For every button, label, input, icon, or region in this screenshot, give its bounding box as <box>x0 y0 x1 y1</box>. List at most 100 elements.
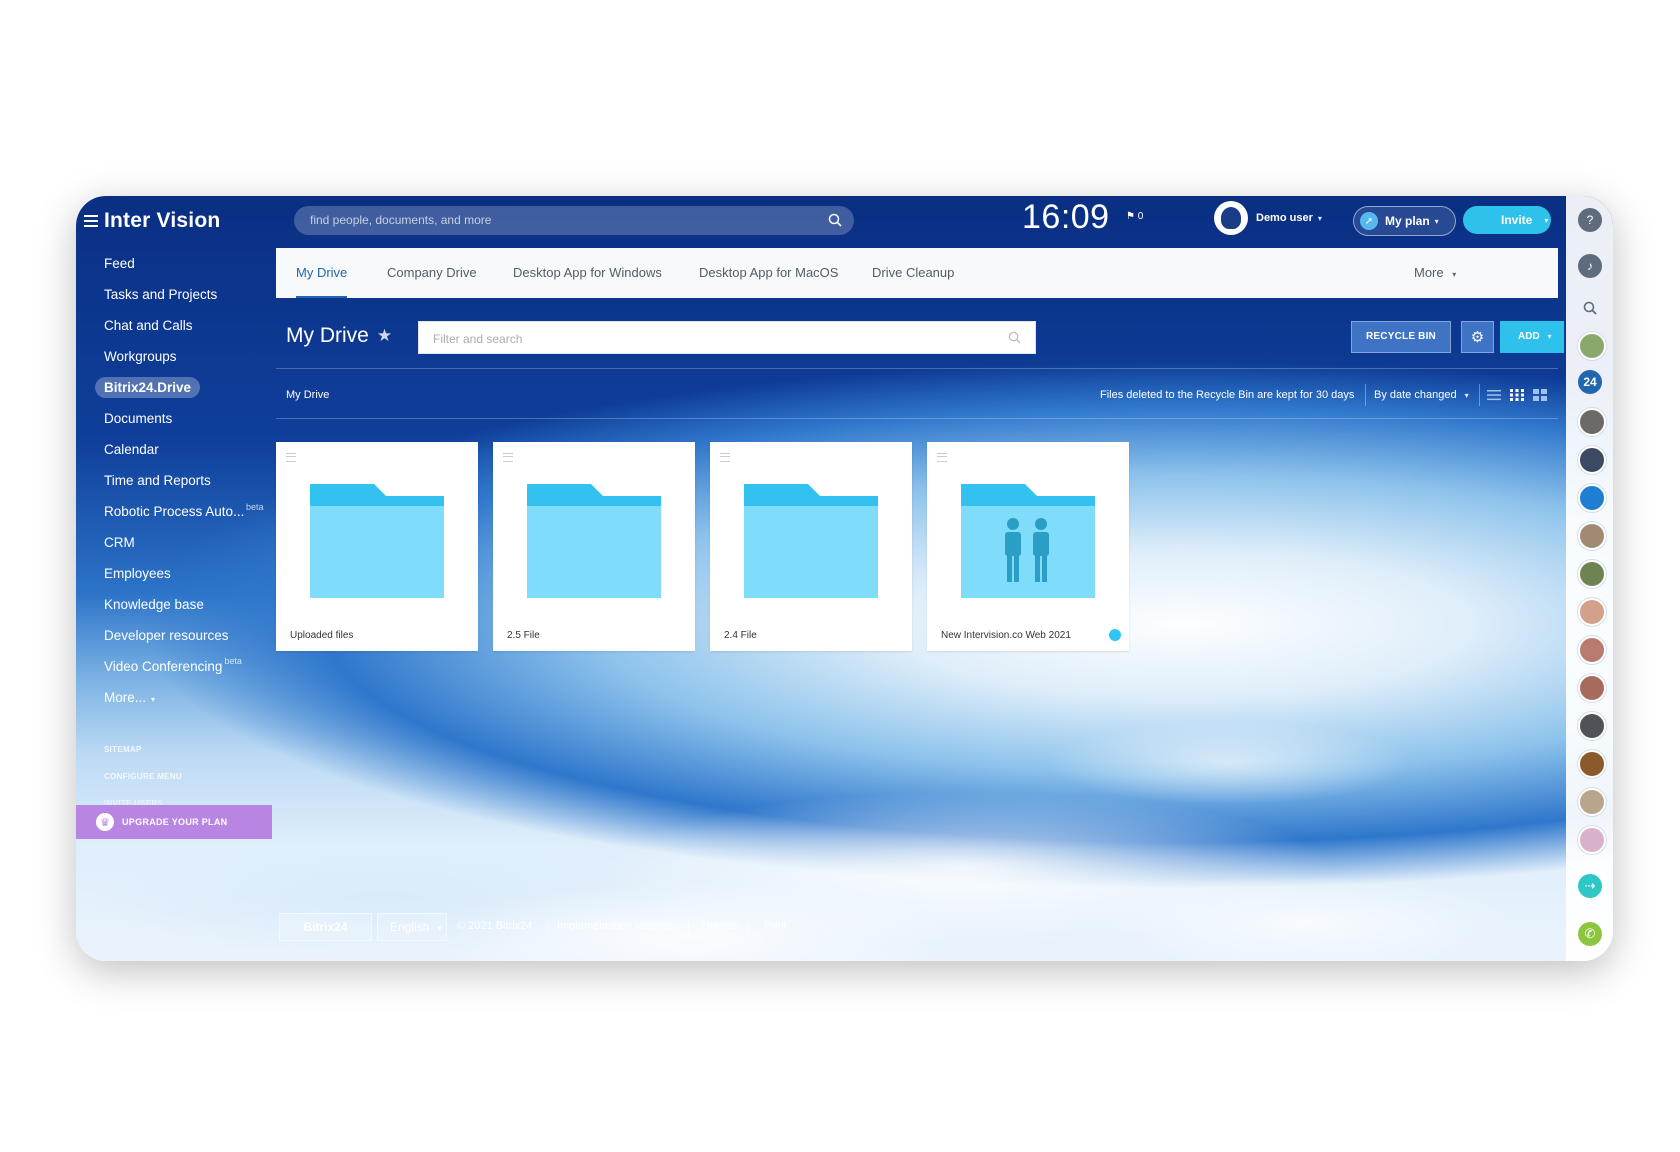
chevron-down-icon: ▾ <box>1547 332 1552 341</box>
menu-icon[interactable] <box>286 453 296 462</box>
open-lines-icon[interactable]: ⇢ <box>1578 874 1602 898</box>
language-selector[interactable]: English ▾ <box>377 913 447 941</box>
flag-count: 0 <box>1137 211 1144 222</box>
upgrade-label: UPGRADE YOUR PLAN <box>122 817 228 827</box>
sort-dropdown[interactable]: By date changed ▾ <box>1374 389 1469 401</box>
tab-desktop-macos[interactable]: Desktop App for MacOS <box>699 248 838 298</box>
user-menu[interactable]: Demo user ▾ <box>1214 200 1322 236</box>
contact-avatar[interactable] <box>1578 712 1606 740</box>
crown-icon: ♛ <box>96 813 114 831</box>
search-placeholder: find people, documents, and more <box>310 213 492 227</box>
add-button[interactable]: ADD ▾ <box>1500 321 1564 353</box>
contact-avatar[interactable] <box>1578 332 1606 360</box>
search-icon[interactable] <box>1578 296 1602 320</box>
sidebar-item-drive[interactable]: Bitrix24.Drive <box>76 372 272 403</box>
flag-counter[interactable]: ⚑ 0 <box>1126 211 1143 222</box>
sidebar-item-feed[interactable]: Feed <box>76 248 272 279</box>
tab-company-drive[interactable]: Company Drive <box>387 248 477 298</box>
sidebar-item-developer[interactable]: Developer resources <box>76 620 272 651</box>
upgrade-plan-button[interactable]: ♛ UPGRADE YOUR PLAN <box>76 805 272 839</box>
sidebar-item-crm[interactable]: CRM <box>76 527 272 558</box>
themes-link[interactable]: Themes <box>700 920 740 932</box>
breadcrumb[interactable]: My Drive <box>286 389 329 401</box>
sidebar-item-knowledge-base[interactable]: Knowledge base <box>76 589 272 620</box>
tab-bar: My Drive Company Drive Desktop App for W… <box>276 248 1558 298</box>
avatar <box>1214 201 1248 235</box>
divider <box>688 921 689 934</box>
tab-desktop-windows[interactable]: Desktop App for Windows <box>513 248 662 298</box>
contact-avatar[interactable] <box>1578 750 1606 778</box>
language-label: English <box>390 920 430 934</box>
user-name: Demo user <box>1256 212 1313 224</box>
contact-avatar[interactable] <box>1578 522 1606 550</box>
divider <box>276 368 1558 369</box>
sidebar-item-more[interactable]: More... ▾ <box>76 682 272 713</box>
sidebar-item-documents[interactable]: Documents <box>76 403 272 434</box>
configure-menu-link[interactable]: CONFIGURE MENU <box>104 763 182 790</box>
recycle-bin-button[interactable]: RECYCLE BIN <box>1351 321 1451 353</box>
tab-more[interactable]: More ▾ <box>1414 248 1456 298</box>
list-view-icon[interactable] <box>1487 389 1501 401</box>
app-title[interactable]: Inter Vision <box>104 209 220 233</box>
star-icon[interactable]: ★ <box>377 326 392 346</box>
menu-icon[interactable] <box>720 453 730 462</box>
implementation-request-link[interactable]: Implementation request <box>557 920 672 932</box>
clock[interactable]: 16:09 <box>1022 198 1110 237</box>
sidebar-item-label: Bitrix24.Drive <box>95 377 201 398</box>
gear-icon[interactable]: ⚙ <box>1461 321 1494 353</box>
sidebar-item-calendar[interactable]: Calendar <box>76 434 272 465</box>
sidebar-item-rpa[interactable]: Robotic Process Auto... beta <box>76 496 272 527</box>
shared-folder-icon <box>961 484 1095 598</box>
print-link[interactable]: Print <box>764 920 787 932</box>
bell-icon[interactable]: ♪ <box>1578 254 1602 278</box>
sidebar-item-label: Documents <box>104 411 173 426</box>
folder-tile[interactable]: 2.5 File <box>493 442 695 651</box>
sidebar-item-time-reports[interactable]: Time and Reports <box>76 465 272 496</box>
sidebar-item-employees[interactable]: Employees <box>76 558 272 589</box>
help-icon[interactable]: ? <box>1578 208 1602 232</box>
sidebar-item-label: Developer resources <box>104 628 229 643</box>
chevron-down-icon: ▾ <box>1464 391 1469 400</box>
sidebar-item-workgroups[interactable]: Workgroups <box>76 341 272 372</box>
global-search-input[interactable]: find people, documents, and more <box>294 206 854 235</box>
folder-tile[interactable]: New Intervision.co Web 2021 <box>927 442 1129 651</box>
sidebar-item-video[interactable]: Video Conferencing beta <box>76 651 272 682</box>
my-plan-button[interactable]: ➚ My plan ▾ <box>1353 206 1456 236</box>
app-window: Inter Vision Feed Tasks and Projects Cha… <box>76 196 1613 961</box>
contact-avatar[interactable] <box>1578 446 1606 474</box>
contact-avatar[interactable] <box>1578 674 1606 702</box>
filter-search-input[interactable]: Filter and search <box>418 321 1036 354</box>
sidebar-nav: Feed Tasks and Projects Chat and Calls W… <box>76 248 272 713</box>
chevron-down-icon: ▾ <box>1452 270 1457 279</box>
divider <box>276 418 1558 419</box>
contact-avatar[interactable] <box>1578 826 1606 854</box>
contact-avatar[interactable] <box>1578 788 1606 816</box>
sidebar-item-tasks[interactable]: Tasks and Projects <box>76 279 272 310</box>
folder-tile[interactable]: Uploaded files <box>276 442 478 651</box>
contact-avatar[interactable] <box>1578 484 1606 512</box>
invite-button[interactable]: Invite ▾ <box>1463 206 1551 234</box>
contact-avatar[interactable] <box>1578 560 1606 588</box>
sitemap-link[interactable]: SITEMAP <box>104 736 182 763</box>
folder-name: Uploaded files <box>290 630 354 641</box>
phone-icon[interactable]: ✆ <box>1578 922 1602 946</box>
sidebar-item-label: Calendar <box>104 442 159 457</box>
bitrix24-brand-button[interactable]: Bitrix24 <box>279 913 372 941</box>
menu-icon[interactable] <box>503 453 513 462</box>
contact-avatar[interactable] <box>1578 408 1606 436</box>
contact-avatar[interactable] <box>1578 598 1606 626</box>
grid-view-icon[interactable] <box>1510 389 1524 401</box>
contact-avatar[interactable] <box>1578 636 1606 664</box>
menu-icon[interactable] <box>84 215 98 227</box>
sidebar-item-chat[interactable]: Chat and Calls <box>76 310 272 341</box>
tab-my-drive[interactable]: My Drive <box>296 248 348 298</box>
bitrix24-counter[interactable]: 24 <box>1578 370 1602 394</box>
tile-view-icon[interactable] <box>1533 389 1547 401</box>
search-icon[interactable] <box>1008 331 1021 344</box>
tab-drive-cleanup[interactable]: Drive Cleanup <box>872 248 954 298</box>
search-icon[interactable] <box>828 213 842 227</box>
sidebar-item-label: CRM <box>104 535 135 550</box>
menu-icon[interactable] <box>937 453 947 462</box>
folder-name: 2.4 File <box>724 630 757 641</box>
folder-tile[interactable]: 2.4 File <box>710 442 912 651</box>
